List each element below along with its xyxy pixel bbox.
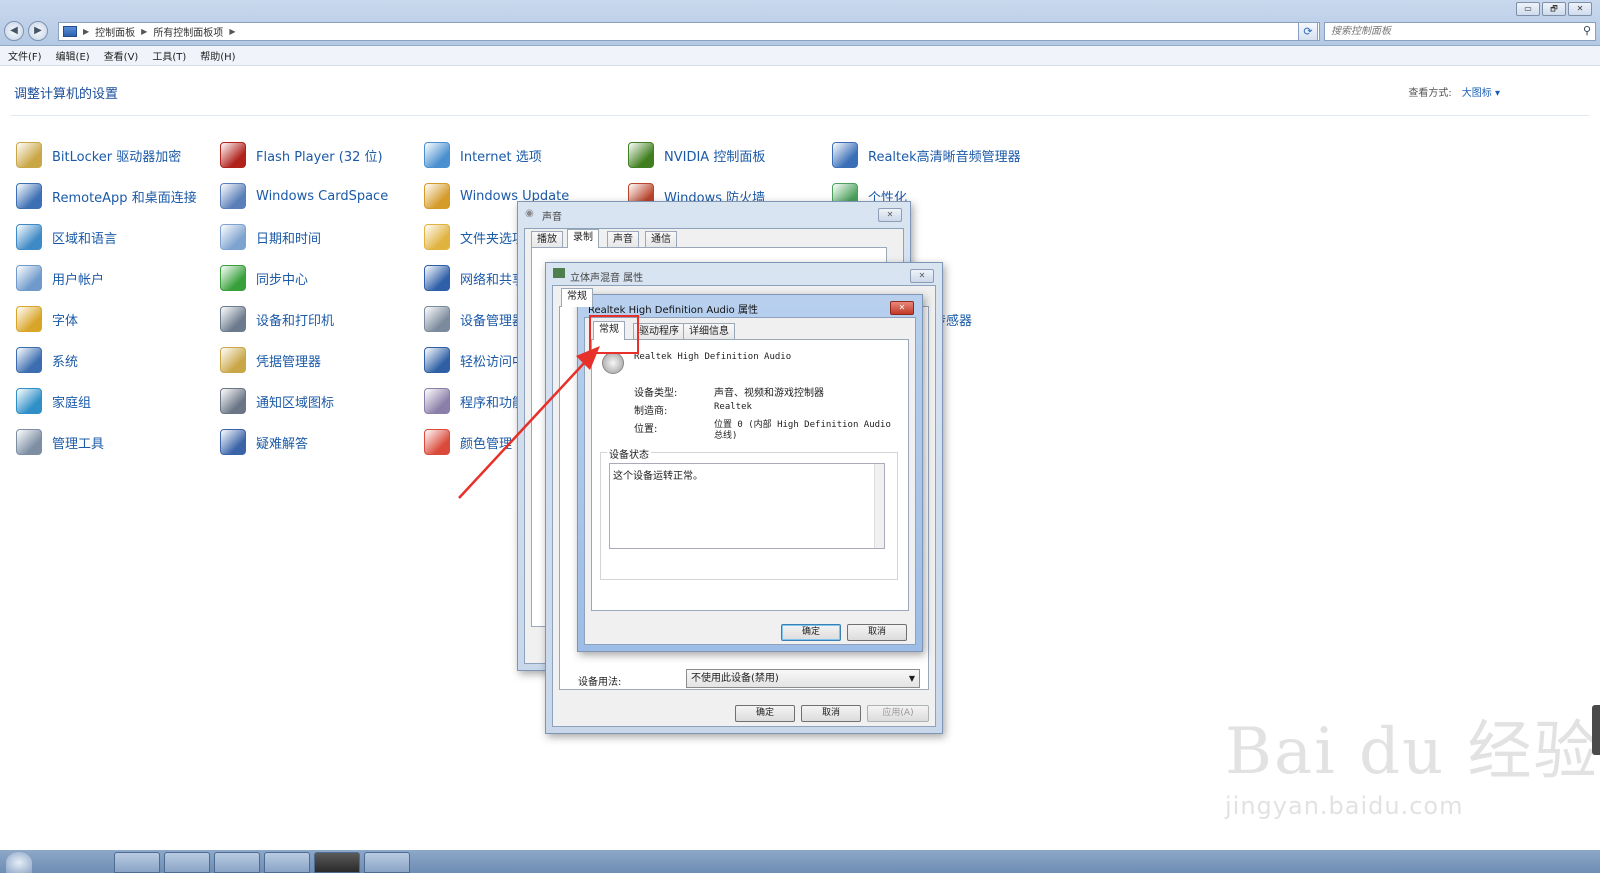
- taskbar-explorer[interactable]: [164, 852, 210, 873]
- baidu-watermark: Bai du 经验 jingyan.baidu.com: [1225, 700, 1600, 820]
- tab-general[interactable]: 常规: [561, 288, 593, 307]
- watermark-logo: Bai du 经验: [1225, 715, 1600, 789]
- taskbar-app[interactable]: [214, 852, 260, 873]
- start-button[interactable]: [6, 852, 32, 873]
- side-widget[interactable]: [1592, 705, 1600, 755]
- tab-general[interactable]: 常规: [593, 321, 625, 340]
- watermark-url: jingyan.baidu.com: [1225, 792, 1464, 820]
- taskbar-app[interactable]: [364, 852, 410, 873]
- tab-recording[interactable]: 录制: [567, 229, 599, 248]
- taskbar-app[interactable]: [264, 852, 310, 873]
- taskbar-ie[interactable]: [114, 852, 160, 873]
- taskbar-app[interactable]: [314, 852, 360, 873]
- taskbar: [0, 850, 1600, 873]
